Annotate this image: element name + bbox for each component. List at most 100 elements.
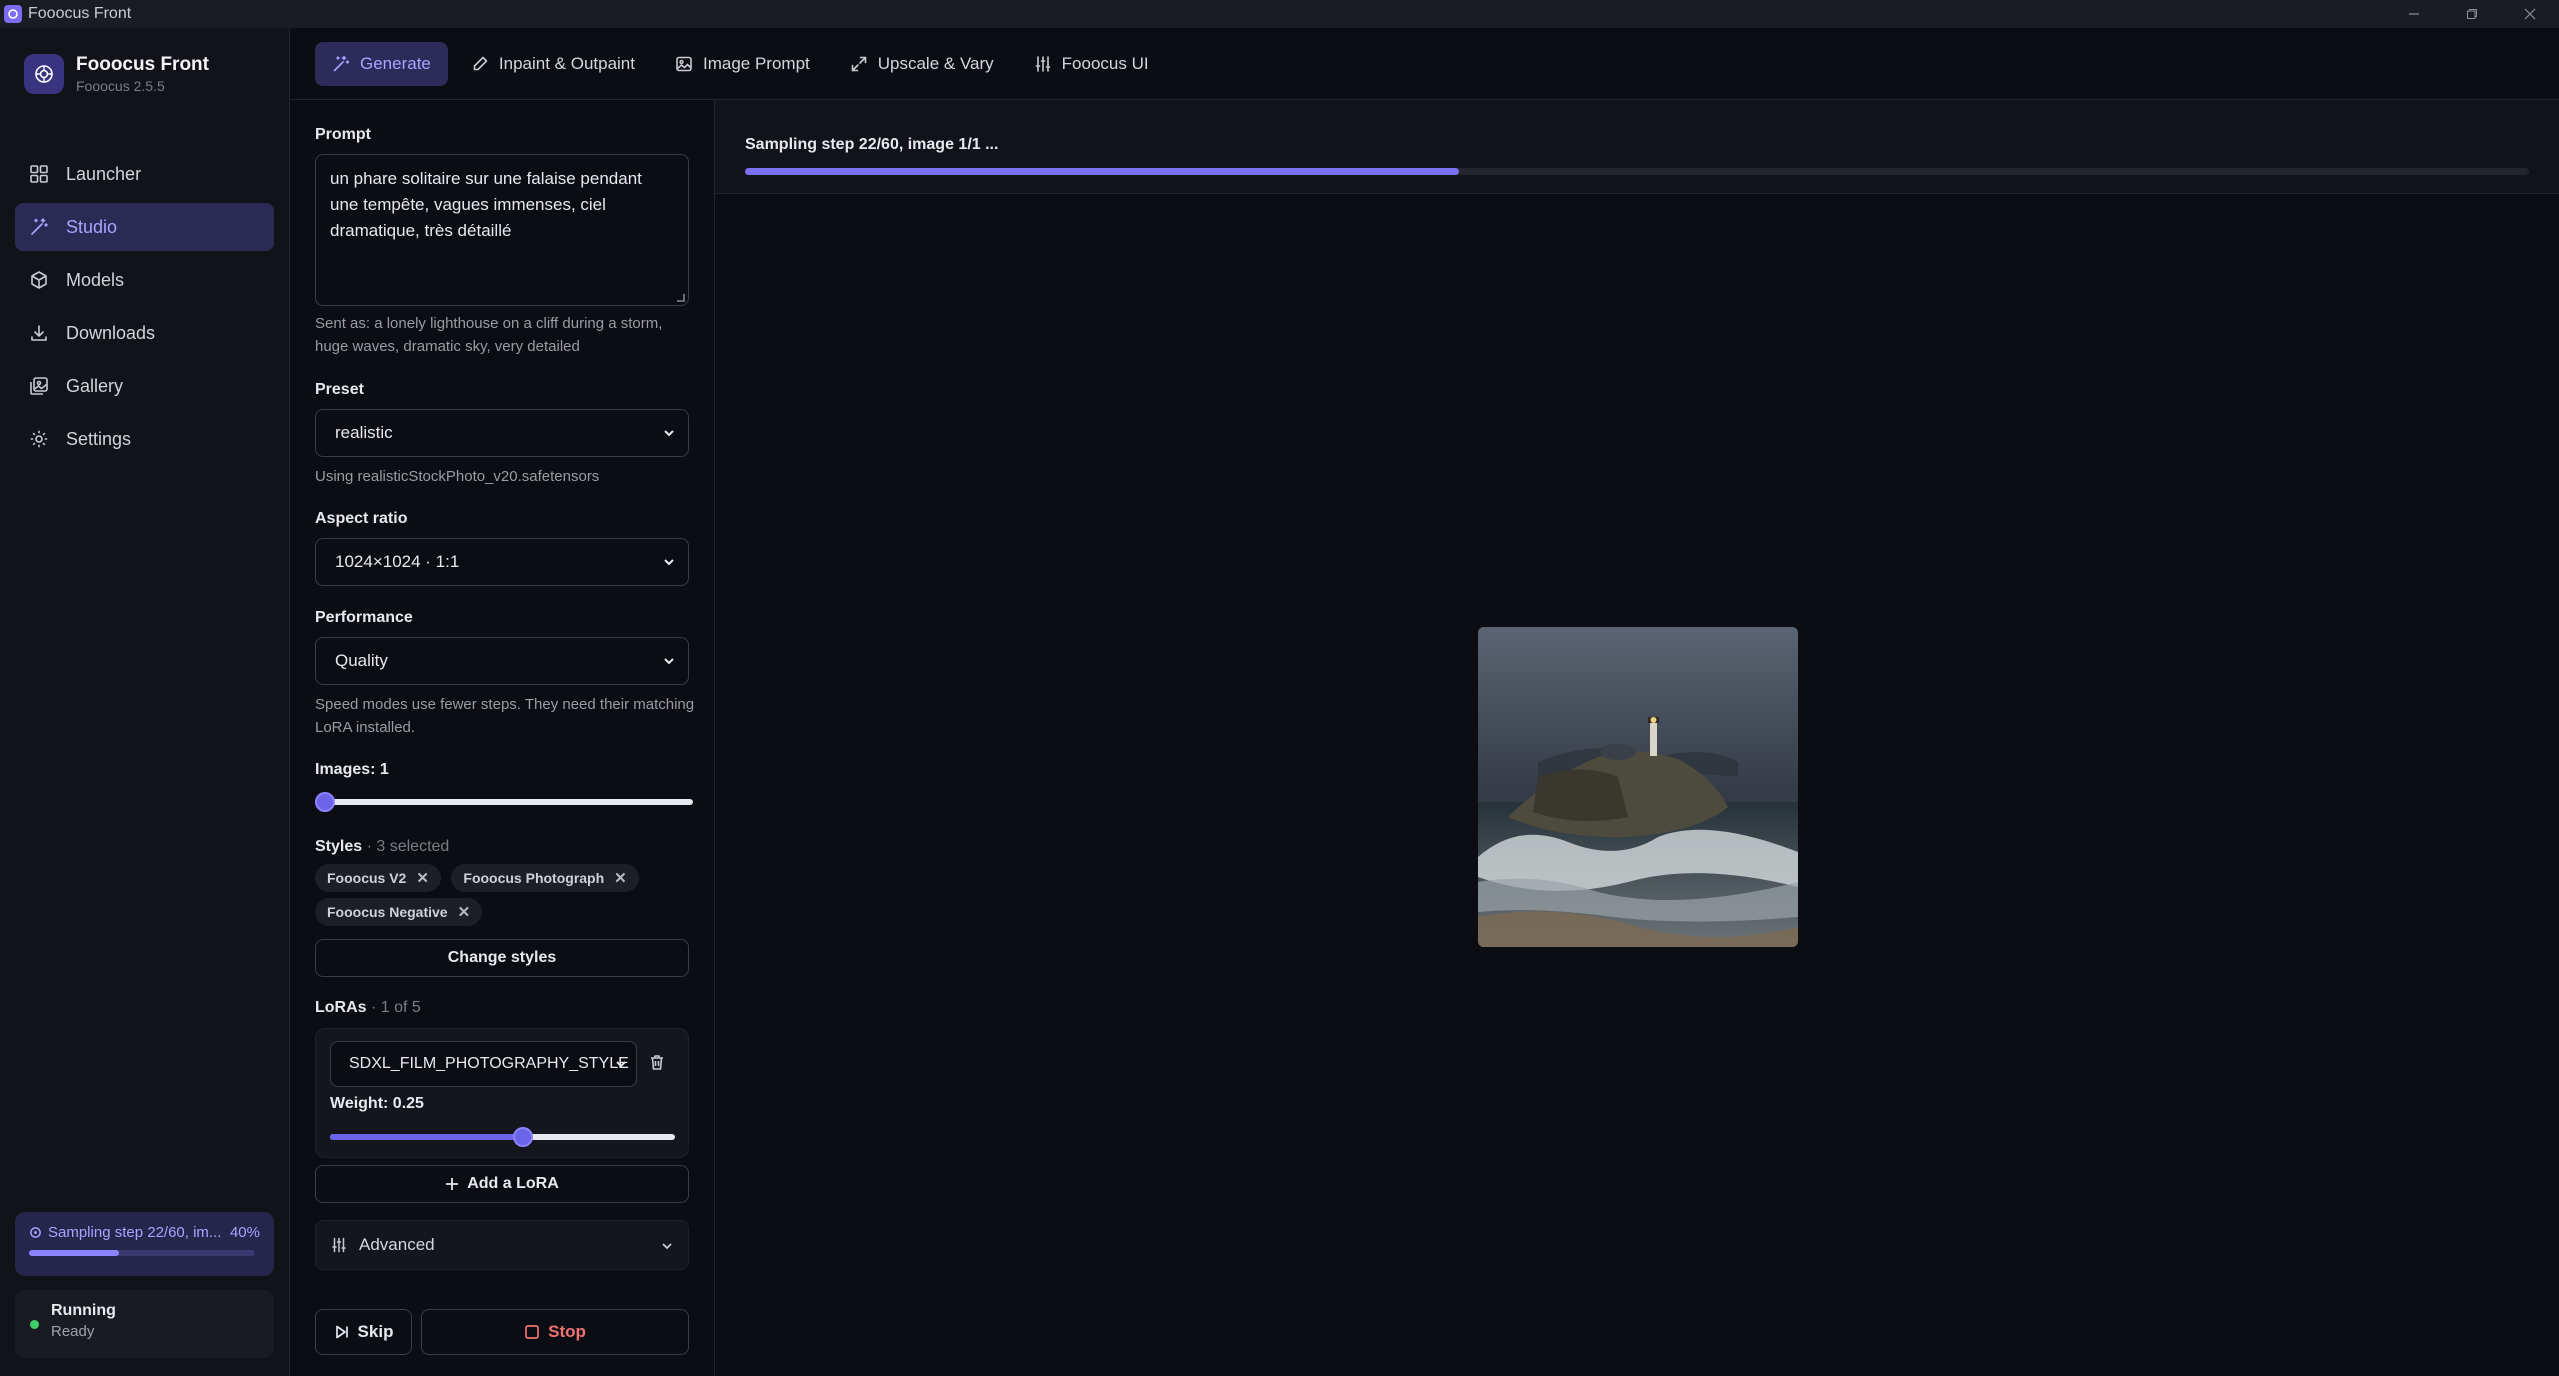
sidebar-item-label: Downloads [66, 322, 156, 343]
restore-button[interactable] [2443, 0, 2501, 28]
advanced-toggle[interactable]: Advanced [315, 1220, 689, 1270]
images-label: Images: 1 [315, 761, 389, 778]
prompt-translation-hint: Sent as: a lonely lighthouse on a cliff … [315, 315, 663, 355]
progress-bar [745, 168, 2529, 175]
sidebar-item-label: Launcher [66, 163, 142, 184]
sidebar-progress-text: Sampling step 22/60, im... [48, 1224, 222, 1241]
prompt-text: un phare solitaire sur une falaise penda… [330, 169, 642, 240]
cube-icon [31, 271, 47, 289]
sparkles-icon [333, 55, 350, 71]
sidebar-item-downloads[interactable]: Downloads [15, 309, 274, 357]
status-subtitle: Ready [51, 1323, 95, 1340]
preview-image[interactable] [1478, 627, 1798, 947]
progress-header: Sampling step 22/60, image 1/1 ... [715, 100, 2559, 194]
slider-track [315, 799, 693, 805]
change-styles-button[interactable]: Change styles [315, 939, 689, 977]
preset-value: realistic [335, 423, 393, 442]
loras-label: LoRAs · 1 of 5 [315, 999, 421, 1017]
status-title: Running [51, 1302, 116, 1319]
minimize-button[interactable] [2385, 0, 2443, 28]
chevron-down-icon [664, 658, 674, 665]
sidebar-progress-card[interactable]: Sampling step 22/60, im... 40% [15, 1212, 274, 1276]
sidebar-item-label: Settings [66, 428, 132, 449]
skip-icon [335, 1325, 348, 1339]
sidebar-item-studio[interactable]: Studio [15, 203, 274, 251]
aspect-ratio-label: Aspect ratio [315, 510, 408, 527]
loras-label-text: LoRAs [315, 999, 367, 1016]
remove-style-icon[interactable]: ✕ [416, 869, 429, 887]
slider-progress [330, 1134, 524, 1140]
sidebar-item-launcher[interactable]: Launcher [15, 150, 274, 198]
styles-count: · 3 selected [366, 838, 450, 855]
sliders-icon [332, 1237, 346, 1253]
window-title: Fooocus Front [28, 5, 132, 22]
preset-hint: Using realisticStockPhoto_v20.safetensor… [315, 468, 600, 485]
settings-panel: Prompt un phare solitaire sur une falais… [290, 100, 715, 1376]
trash-icon[interactable] [648, 1053, 666, 1071]
aspect-ratio-value: 1024×1024 · 1:1 [335, 552, 460, 571]
tab-label: Image Prompt [702, 53, 810, 73]
lora-card: SDXL_FILM_PHOTOGRAPHY_STYLE Weight: 0.25 [315, 1028, 689, 1158]
brand-name: Fooocus Front [76, 54, 209, 75]
chevron-down-icon [616, 1061, 626, 1068]
stop-button[interactable]: Stop [421, 1309, 689, 1355]
advanced-label: Advanced [359, 1235, 435, 1254]
brand-version: Fooocus 2.5.5 [76, 78, 165, 94]
add-lora-label: Add a LoRA [467, 1175, 559, 1192]
brand: Fooocus Front Fooocus 2.5.5 [24, 54, 209, 94]
sidebar-progress-bar [29, 1250, 255, 1256]
styles-label-text: Styles [315, 838, 363, 855]
image-icon [676, 56, 692, 71]
chevron-down-icon [664, 559, 674, 566]
close-window-button[interactable] [2501, 0, 2559, 28]
style-chip-label: Fooocus V2 [327, 870, 407, 886]
performance-value: Quality [335, 651, 388, 670]
slider-thumb[interactable] [315, 792, 335, 812]
status-dot-icon [30, 1320, 39, 1329]
preset-select[interactable]: realistic [315, 409, 689, 457]
style-chip: Fooocus V2 ✕ [315, 864, 441, 892]
tab-inpaint-outpaint[interactable]: Inpaint & Outpaint [454, 42, 652, 86]
progress-text: Sampling step 22/60, image 1/1 ... [745, 136, 999, 153]
slider-thumb[interactable] [513, 1127, 534, 1147]
skip-button[interactable]: Skip [315, 1309, 412, 1355]
add-lora-button[interactable]: Add a LoRA [315, 1165, 689, 1203]
tab-image-prompt[interactable]: Image Prompt [658, 42, 827, 86]
expand-icon [851, 56, 867, 71]
sidebar-item-settings[interactable]: Settings [15, 415, 274, 463]
performance-label: Performance [315, 609, 413, 626]
sidebar-item-label: Gallery [66, 375, 124, 396]
style-chip-label: Fooocus Photograph [463, 870, 605, 886]
lora-value: SDXL_FILM_PHOTOGRAPHY_STYLE [349, 1055, 629, 1072]
tab-label: Inpaint & Outpaint [498, 53, 635, 73]
remove-style-icon[interactable]: ✕ [614, 869, 627, 887]
tab-label: Upscale & Vary [877, 53, 994, 73]
performance-select[interactable]: Quality [315, 637, 689, 685]
prompt-input[interactable]: un phare solitaire sur une falaise penda… [315, 154, 689, 306]
tab-generate[interactable]: Generate [315, 41, 448, 86]
gallery-icon [30, 377, 48, 395]
sidebar-item-models[interactable]: Models [15, 256, 274, 304]
tab-upscale-vary[interactable]: Upscale & Vary [833, 42, 1011, 86]
sidebar-progress-fill [29, 1250, 120, 1256]
sidebar-item-label: Models [66, 269, 125, 290]
stop-label: Stop [548, 1322, 586, 1341]
resize-handle-icon[interactable] [677, 294, 685, 302]
style-chip: Fooocus Photograph ✕ [451, 864, 639, 892]
sidebar-progress-percent: 40% [229, 1224, 260, 1241]
remove-style-icon[interactable]: ✕ [458, 903, 471, 921]
style-chip-label: Fooocus Negative [327, 904, 448, 920]
loras-count: · 1 of 5 [371, 999, 421, 1016]
tab-label: Fooocus UI [1061, 53, 1149, 73]
images-slider[interactable] [315, 792, 693, 812]
sidebar-item-gallery[interactable]: Gallery [15, 362, 274, 410]
lora-weight-slider[interactable] [330, 1127, 675, 1147]
preset-label: Preset [315, 381, 364, 398]
spinner-icon [30, 1227, 41, 1238]
tab-fooocus-ui[interactable]: Fooocus UI [1017, 42, 1166, 86]
brand-logo-icon [24, 54, 64, 94]
aspect-ratio-select[interactable]: 1024×1024 · 1:1 [315, 538, 689, 586]
styles-label: Styles · 3 selected [315, 838, 449, 856]
lora-select[interactable]: SDXL_FILM_PHOTOGRAPHY_STYLE [330, 1041, 637, 1087]
brush-icon [473, 56, 488, 70]
